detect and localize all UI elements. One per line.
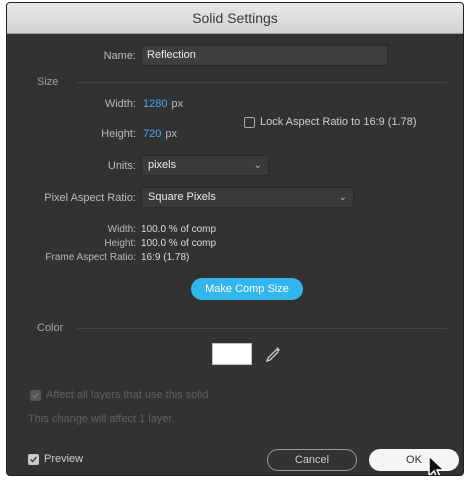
size-section-label: Size [37, 76, 59, 88]
comp-height-value: 100.0 % of comp [141, 238, 217, 249]
cancel-button[interactable]: Cancel [267, 449, 357, 471]
units-dropdown[interactable]: pixels ⌄ [141, 155, 269, 176]
make-comp-size-button[interactable]: Make Comp Size [191, 278, 303, 300]
width-value-group: 1280 px [143, 98, 183, 110]
lock-aspect-checkbox[interactable] [244, 117, 255, 128]
height-value-group: 720 px [143, 128, 177, 140]
lock-aspect-label: Lock Aspect Ratio to 16:9 (1.78) [260, 116, 417, 128]
checkmark-icon [32, 392, 39, 399]
width-value[interactable]: 1280 [143, 98, 167, 110]
pixel-aspect-dropdown[interactable]: Square Pixels ⌄ [141, 187, 354, 208]
width-label: Width: [104, 98, 136, 110]
chevron-down-icon: ⌄ [253, 160, 262, 171]
window-title: Solid Settings [7, 3, 463, 34]
comp-width-label: Width: [107, 224, 136, 235]
pixel-aspect-label: Pixel Aspect Ratio: [44, 192, 136, 204]
eyedropper-icon[interactable] [264, 345, 282, 363]
comp-height-label: Height: [104, 238, 136, 249]
frame-aspect-label: Frame Aspect Ratio: [45, 252, 136, 263]
color-section-label: Color [37, 322, 64, 334]
color-swatch[interactable] [212, 343, 252, 365]
size-divider [77, 82, 447, 83]
comp-width-value: 100.0 % of comp [141, 224, 217, 235]
preview-checkbox[interactable] [28, 454, 39, 465]
name-field[interactable]: Reflection [141, 45, 388, 66]
frame-aspect-value: 16:9 (1.78) [141, 252, 190, 263]
affect-all-layers-label: Affect all layers that use this solid [46, 389, 209, 401]
color-divider [77, 328, 447, 329]
name-label: Name: [103, 50, 136, 62]
width-unit: px [171, 98, 184, 110]
height-value[interactable]: 720 [143, 128, 161, 140]
mouse-cursor-icon [428, 455, 446, 475]
solid-settings-dialog: Solid Settings Name: Reflection Size Wid… [6, 2, 464, 476]
height-unit: px [165, 128, 177, 140]
units-value: pixels [148, 159, 177, 171]
height-label: Height: [101, 128, 136, 140]
units-label: Units: [107, 160, 136, 172]
chevron-down-icon: ⌄ [338, 192, 347, 203]
pixel-aspect-value: Square Pixels [148, 191, 216, 203]
affect-all-layers-checkbox[interactable] [30, 390, 41, 401]
checkmark-icon [30, 456, 37, 463]
preview-label: Preview [44, 453, 84, 465]
affect-note: This change will affect 1 layer. [28, 413, 175, 425]
